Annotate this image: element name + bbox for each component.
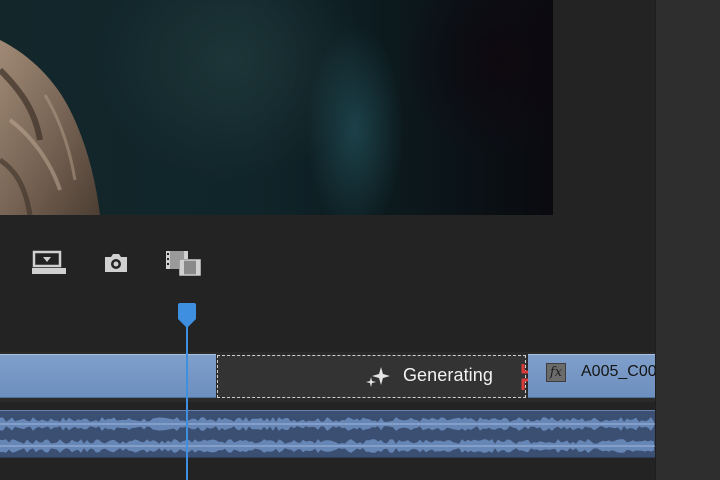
camera-icon	[101, 251, 131, 275]
insert-clips-button[interactable]	[161, 246, 207, 280]
timeline-clip-right[interactable]: fx A005_C00	[528, 354, 655, 398]
right-panel	[655, 0, 720, 480]
camera-button[interactable]	[98, 246, 134, 280]
video-frame-image	[0, 40, 100, 215]
audio-waveform-track[interactable]	[0, 410, 655, 458]
playhead-handle[interactable]	[176, 303, 198, 329]
playhead-line[interactable]	[186, 324, 188, 480]
export-frame-icon	[30, 249, 68, 277]
audio-waveform	[0, 417, 655, 453]
film-clips-icon	[163, 248, 205, 278]
generating-label: Generating	[402, 365, 493, 385]
sparkle-icon	[365, 366, 391, 388]
clip-name: A005_C00	[581, 363, 655, 380]
video-preview	[0, 0, 553, 215]
generating-clip[interactable]: Generating	[217, 355, 526, 398]
fx-badge[interactable]: fx	[546, 363, 566, 382]
timeline-clip-left[interactable]	[0, 354, 216, 398]
export-frame-button[interactable]	[29, 246, 69, 280]
